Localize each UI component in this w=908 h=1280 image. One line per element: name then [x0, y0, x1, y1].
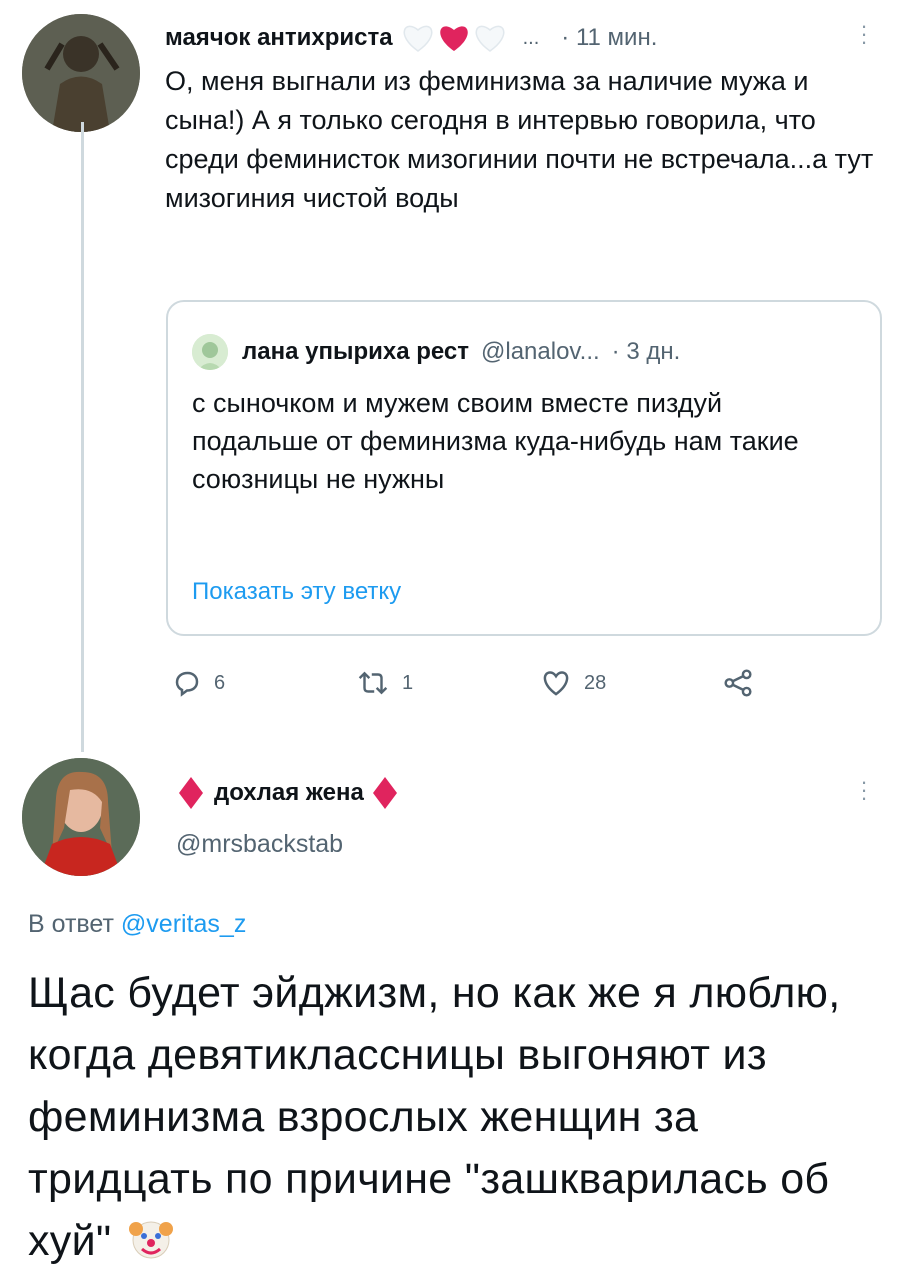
- quoted-tweet-text: с сыночком и мужем своим вместе пиздуй п…: [192, 388, 799, 494]
- tweet-text: Щас будет эйджизм, но как же я люблю, ко…: [28, 962, 893, 1272]
- avatar[interactable]: [22, 14, 140, 132]
- reply-to-mention[interactable]: @veritas_z: [121, 910, 246, 938]
- quoted-author-handle: @lanalov...: [481, 338, 600, 365]
- retweet-icon: [358, 671, 388, 695]
- white-heart-icon: [403, 25, 432, 52]
- quoted-avatar: [192, 334, 228, 370]
- quoted-author-name: лана упыриха рест: [242, 338, 470, 365]
- thread-connector-line: [81, 122, 84, 752]
- retweet-count: 1: [402, 671, 414, 694]
- quoted-tweet-header: лана упыриха рест @lanalov... · 3 дн.: [192, 332, 872, 372]
- like-icon: [543, 671, 569, 696]
- tweet-header: маячок антихриста ... · 11 мин.: [165, 18, 885, 58]
- white-heart-icon: [475, 25, 504, 52]
- tweet-header: дохлая жена: [178, 773, 778, 813]
- reply-count: 6: [214, 671, 226, 694]
- tweet-text: О, меня выгнали из феминизма за наличие …: [165, 66, 874, 213]
- name-ellipsis: ...: [522, 26, 540, 49]
- show-thread-link[interactable]: Показать эту ветку: [192, 578, 401, 606]
- red-diamond-icon: [179, 777, 203, 809]
- reply-icon: [175, 671, 199, 697]
- retweet-button[interactable]: 1: [356, 668, 413, 698]
- share-button[interactable]: [722, 668, 754, 698]
- author-handle[interactable]: @mrsbackstab: [176, 830, 343, 859]
- quoted-avatar-image: [192, 334, 228, 370]
- tweet-timestamp[interactable]: · 11 мин.: [561, 24, 657, 52]
- quoted-timestamp: · 3 дн.: [611, 338, 681, 365]
- like-button[interactable]: 28: [540, 668, 606, 698]
- author-name[interactable]: маячок антихриста: [165, 24, 393, 52]
- red-heart-icon: [439, 26, 468, 51]
- clown-face-icon: [128, 1221, 173, 1259]
- reply-button[interactable]: 6: [172, 668, 225, 698]
- more-options-icon[interactable]: · · ·: [858, 15, 870, 53]
- like-count: 28: [584, 671, 607, 694]
- reply-prefix: В ответ: [28, 910, 114, 938]
- more-options-icon[interactable]: · · ·: [858, 771, 870, 809]
- share-icon: [724, 669, 752, 697]
- avatar-image: [22, 758, 140, 876]
- reply-context: В ответ @veritas_z: [28, 910, 246, 939]
- name-emoji: [401, 23, 507, 53]
- avatar-image: [22, 14, 140, 132]
- author-name[interactable]: дохлая жена: [214, 779, 364, 807]
- avatar[interactable]: [22, 758, 140, 876]
- red-diamond-icon: [372, 777, 397, 809]
